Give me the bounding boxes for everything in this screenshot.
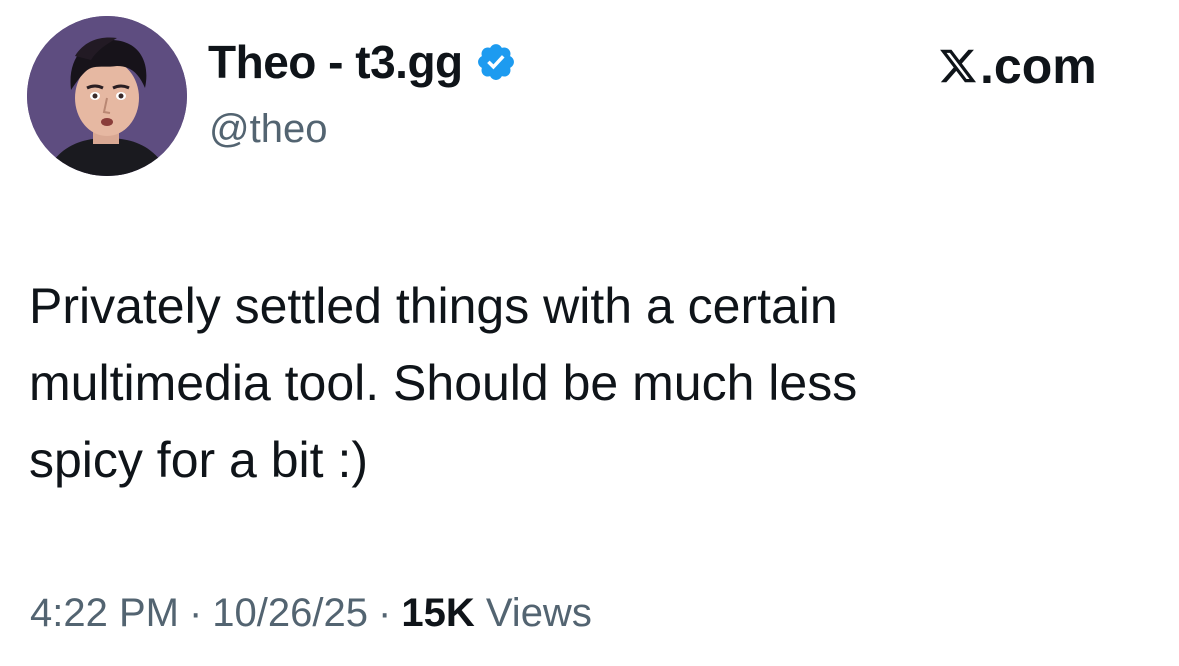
verified-badge-icon [475, 41, 517, 83]
brand-mark: .com [938, 36, 1097, 96]
tweet-line: Privately settled things with a certain [29, 278, 838, 334]
brand-label: .com [980, 38, 1097, 94]
meta-separator: · [378, 591, 392, 635]
avatar[interactable] [27, 16, 187, 176]
views-count: 15K [401, 591, 475, 635]
tweet-line: multimedia tool. Should be much less [29, 355, 858, 411]
tweet-meta: 4:22 PM · 10/26/25 · 15K Views [30, 586, 592, 640]
author-display-name[interactable]: Theo - t3.gg [208, 32, 463, 92]
meta-separator: · [188, 591, 203, 635]
profile-photo [27, 16, 187, 176]
x-logo-icon [938, 46, 978, 86]
author-handle[interactable]: @theo [209, 103, 327, 155]
author-name-row[interactable]: Theo - t3.gg [208, 32, 517, 92]
views-label: Views [485, 591, 592, 635]
tweet-time[interactable]: 4:22 PM [30, 591, 179, 635]
tweet-date[interactable]: 10/26/25 [212, 591, 368, 635]
tweet-text: Privately settled things with a certain … [29, 268, 1139, 499]
tweet-line: spicy for a bit :) [29, 432, 368, 488]
